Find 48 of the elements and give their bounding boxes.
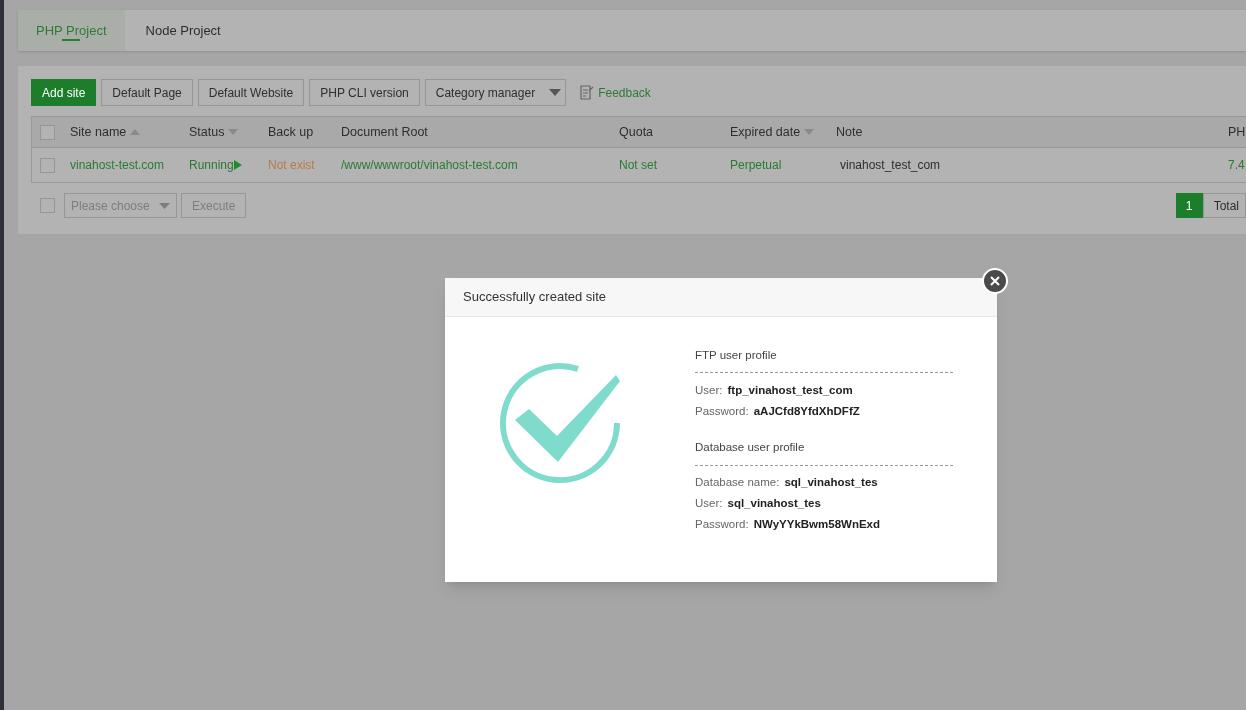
toolbar-button[interactable]: Add site: [31, 79, 97, 106]
field-label: Password:: [695, 516, 749, 532]
sort-down-icon: [228, 129, 239, 135]
checkbox[interactable]: [40, 157, 55, 173]
column-header[interactable]: Status: [189, 122, 225, 142]
sort-up-icon: [130, 129, 141, 135]
field-label: User:: [695, 382, 723, 398]
column-header[interactable]: Site name: [70, 122, 127, 142]
column-header: Back up: [268, 123, 314, 141]
table-cell[interactable]: Not set: [619, 156, 657, 174]
column-header: Note: [836, 123, 863, 141]
field-label: Database name:: [695, 474, 780, 490]
field-value: aAJCfd8YfdXhDFfZ: [753, 403, 860, 419]
dialog-title: Successfully created site: [463, 288, 607, 307]
table-cell[interactable]: /www/wwwroot/vinahost-test.com: [341, 156, 518, 174]
checkbox[interactable]: [40, 124, 55, 140]
toolbar-button[interactable]: Default Website: [197, 79, 305, 106]
section-heading: FTP user profile: [695, 349, 777, 361]
table-cell[interactable]: vinahost-test.com: [70, 156, 165, 174]
field-value: sql_vinahost_tes: [784, 474, 878, 490]
toolbar-button[interactable]: Default Page: [101, 79, 193, 106]
tab[interactable]: Node Project: [124, 10, 242, 51]
table-cell-text: Not exist: [268, 157, 315, 174]
field-label: Password:: [695, 403, 749, 419]
field-value: NWyYYkBwm58WnExd: [753, 516, 880, 532]
status-text: Running: [189, 157, 234, 174]
column-header: Quota: [619, 123, 654, 141]
dropdown-button[interactable]: Category manager: [424, 79, 567, 106]
toolbar-button[interactable]: PHP CLI version: [309, 79, 420, 106]
play-icon[interactable]: [233, 160, 242, 170]
field-value: ftp_vinahost_test_com: [727, 382, 853, 398]
success-check-icon: [498, 361, 623, 485]
section-heading: Database user profile: [695, 441, 805, 454]
caret-icon: [159, 202, 170, 209]
column-header: Document Root: [341, 123, 428, 141]
total-label: Total: [1202, 193, 1246, 218]
caret-icon: [549, 89, 562, 96]
close-icon: [990, 276, 1000, 286]
field-label: User:: [695, 495, 723, 511]
table-cell-text: vinahost_test_com: [839, 157, 941, 174]
sort-down-icon: [804, 129, 815, 135]
column-header: PH: [1228, 123, 1246, 141]
column-header[interactable]: Expired date: [730, 122, 801, 142]
page-button[interactable]: 1: [1175, 193, 1203, 218]
checkbox[interactable]: [40, 198, 55, 213]
close-button[interactable]: [982, 268, 1008, 294]
note-icon: [580, 85, 595, 100]
field-value: sql_vinahost_tes: [727, 495, 821, 511]
